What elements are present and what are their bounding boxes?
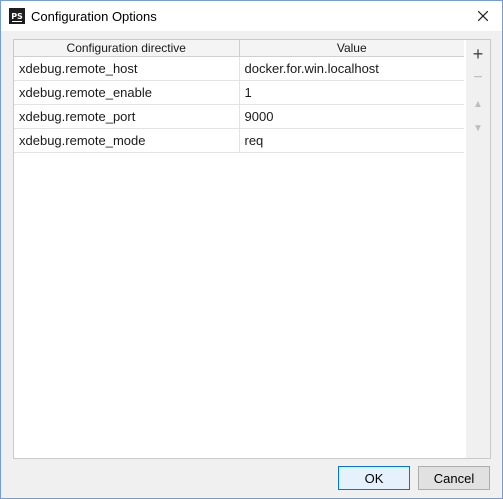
table-toolbar: + − ▲ ▼: [466, 39, 491, 459]
value-cell[interactable]: 1: [239, 80, 464, 105]
minus-icon: −: [473, 69, 483, 86]
dialog-title: Configuration Options: [31, 8, 157, 24]
table-row[interactable]: xdebug.remote_port 9000: [14, 104, 464, 129]
value-cell[interactable]: 9000: [239, 104, 464, 129]
dialog-buttons: OK Cancel: [1, 466, 502, 490]
arrow-up-icon: ▲: [473, 98, 483, 110]
directive-cell[interactable]: xdebug.remote_port: [14, 104, 240, 129]
options-table: Configuration directive Value xdebug.rem…: [14, 40, 464, 153]
move-down-button[interactable]: ▼: [466, 118, 490, 138]
directive-cell[interactable]: xdebug.remote_mode: [14, 128, 240, 153]
title-bar: PS Configuration Options: [1, 1, 502, 31]
value-cell[interactable]: req: [239, 128, 464, 153]
dialog-content: Configuration directive Value xdebug.rem…: [1, 32, 502, 498]
options-table-panel: Configuration directive Value xdebug.rem…: [13, 39, 467, 459]
arrow-down-icon: ▼: [473, 122, 483, 134]
ok-button[interactable]: OK: [338, 466, 410, 490]
cancel-button[interactable]: Cancel: [418, 466, 490, 490]
close-button[interactable]: [474, 7, 492, 25]
close-icon: [478, 11, 488, 21]
table-row[interactable]: xdebug.remote_enable 1: [14, 80, 464, 105]
column-header-directive[interactable]: Configuration directive: [14, 40, 240, 57]
remove-button[interactable]: −: [466, 68, 490, 88]
column-header-value[interactable]: Value: [239, 40, 464, 57]
move-up-button[interactable]: ▲: [466, 94, 490, 114]
directive-cell[interactable]: xdebug.remote_enable: [14, 80, 240, 105]
dialog-window: PS Configuration Options Configuration d…: [0, 0, 503, 499]
add-button[interactable]: +: [466, 44, 490, 64]
table-header-row: Configuration directive Value: [14, 40, 464, 57]
plus-icon: +: [472, 43, 484, 64]
table-row[interactable]: xdebug.remote_mode req: [14, 128, 464, 153]
table-row[interactable]: xdebug.remote_host docker.for.win.localh…: [14, 56, 464, 81]
phpstorm-icon: PS: [9, 8, 25, 24]
directive-cell[interactable]: xdebug.remote_host: [14, 56, 240, 81]
value-cell[interactable]: docker.for.win.localhost: [239, 56, 464, 81]
